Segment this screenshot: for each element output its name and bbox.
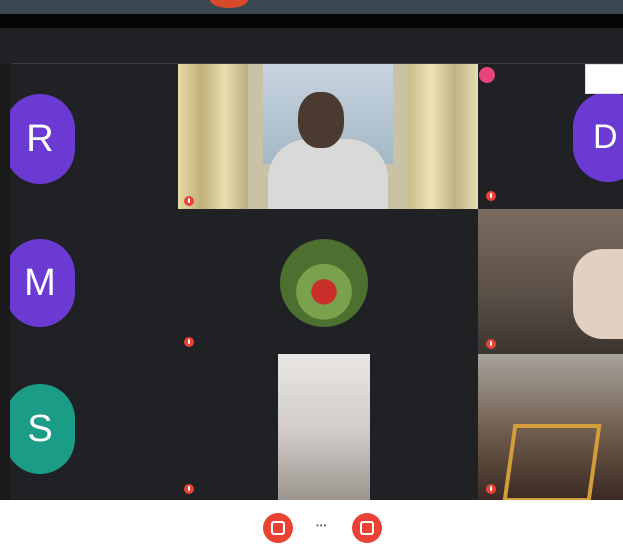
meeting-header-bar bbox=[0, 28, 623, 64]
curtain-right bbox=[408, 64, 478, 209]
presenter-label bbox=[479, 67, 500, 83]
participant-name bbox=[486, 339, 500, 349]
participant-name bbox=[486, 484, 500, 494]
top-black-band bbox=[0, 14, 623, 28]
camera-off-icon bbox=[360, 521, 374, 535]
avatar: M bbox=[10, 239, 75, 327]
avatar: R bbox=[10, 94, 75, 184]
speaker-head bbox=[298, 92, 344, 148]
avatar: S bbox=[10, 384, 75, 474]
more-options-button[interactable]: ••• bbox=[316, 521, 327, 530]
participant-tile-main-video[interactable] bbox=[178, 64, 478, 209]
person-shape bbox=[573, 249, 623, 339]
participant-name bbox=[486, 191, 500, 201]
mic-off-icon bbox=[486, 191, 496, 201]
participant-tile-camera-3[interactable] bbox=[170, 354, 478, 500]
participant-grid: R D M S bbox=[10, 64, 623, 500]
self-view-box[interactable] bbox=[585, 64, 623, 94]
meeting-controls-bar bbox=[0, 500, 623, 550]
red-indicator bbox=[210, 0, 248, 8]
participant-tile-r[interactable]: R bbox=[10, 64, 170, 209]
mic-off-icon bbox=[486, 484, 496, 494]
participant-name bbox=[184, 337, 198, 347]
participant-tile-photo[interactable] bbox=[170, 209, 478, 354]
mic-off-icon bbox=[184, 337, 194, 347]
mic-toggle-button[interactable] bbox=[263, 513, 293, 543]
mic-off-icon bbox=[486, 339, 496, 349]
participant-tile-s[interactable]: S bbox=[10, 354, 170, 500]
speaker-body bbox=[268, 139, 388, 209]
mic-off-icon bbox=[271, 521, 285, 535]
wall-frame bbox=[502, 424, 602, 500]
participant-tile-camera-2[interactable] bbox=[478, 209, 623, 354]
profile-photo bbox=[280, 239, 368, 327]
curtain-left bbox=[178, 64, 248, 209]
camera-toggle-button[interactable] bbox=[352, 513, 382, 543]
top-video-strip bbox=[0, 0, 623, 14]
participant-tile-camera-4[interactable] bbox=[478, 354, 623, 500]
avatar: D bbox=[573, 92, 623, 182]
mic-off-icon bbox=[184, 196, 194, 206]
participant-name bbox=[184, 484, 198, 494]
room-video bbox=[278, 354, 370, 500]
participant-tile-m[interactable]: M bbox=[10, 209, 170, 354]
mic-off-icon bbox=[184, 484, 194, 494]
presenter-avatar bbox=[479, 67, 495, 83]
participant-name bbox=[184, 196, 198, 206]
